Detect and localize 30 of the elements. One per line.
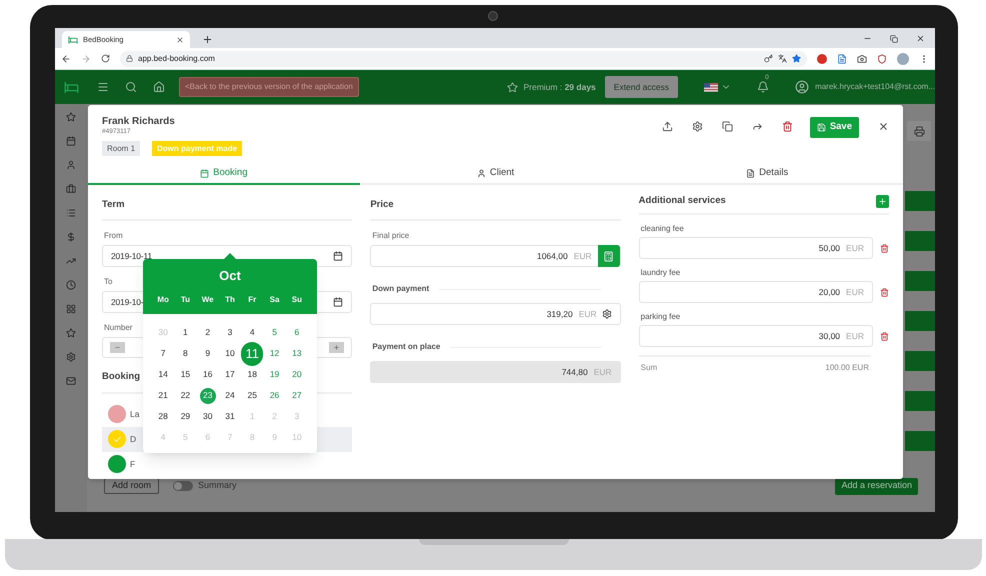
sum-label: Sum (640, 362, 658, 374)
section-heading: Price (370, 198, 621, 222)
summary-label: Summary (198, 479, 237, 492)
field-label: To (104, 276, 114, 288)
weekday-label: Su (290, 294, 303, 306)
section-heading: Term (102, 198, 352, 222)
room-tag: Room 1 (102, 141, 140, 156)
guest-name: Frank Richards (102, 116, 176, 128)
field-label: laundry fee (640, 267, 682, 280)
field-label: From (104, 230, 124, 242)
field-label: cleaning fee (640, 223, 685, 236)
field-label: Final price (372, 230, 410, 242)
field-label: parking fee (640, 311, 682, 324)
section-heading: Additional services (638, 194, 726, 208)
sum-value: 100.00 EUR (825, 362, 869, 374)
weekday-label: Mo (156, 294, 170, 306)
month-title: Oct (219, 267, 241, 285)
status-tag: Down payment made (152, 141, 242, 156)
status-label: F (130, 458, 136, 470)
status-label: La (130, 408, 140, 420)
field-label: Down payment (372, 283, 430, 296)
weekday-label: Sa (268, 294, 280, 306)
weekday-label: Th (224, 294, 236, 306)
weekday-label: We (200, 294, 215, 306)
field-label: Payment on place (372, 341, 440, 354)
field-label: Number (104, 322, 132, 334)
weekday-label: Fr (247, 294, 258, 306)
weekday-label: Tu (180, 294, 192, 306)
status-label: D (130, 432, 136, 446)
premium-status: Premium : 29 days (523, 80, 596, 94)
